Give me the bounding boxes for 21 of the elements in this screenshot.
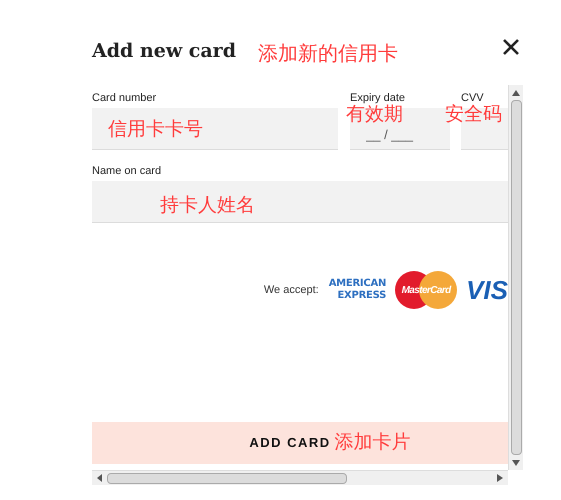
annotation: 添加新的信用卡 [258, 42, 398, 67]
field-label: Name on card [92, 164, 162, 179]
add-card-button[interactable]: ADD CARD 添加卡片 [92, 422, 508, 464]
horizontal-scrollbar[interactable] [92, 470, 508, 485]
down-arrow-icon [512, 460, 520, 466]
field-label: Expiry date [350, 91, 406, 104]
field-label: CVV [461, 91, 485, 104]
input-field[interactable] [92, 181, 508, 223]
input-field[interactable] [92, 108, 338, 150]
accept-label: We accept: [264, 282, 319, 298]
amex-logo: AMERICAN EXPRESS [328, 278, 386, 302]
field-label: Card number [92, 91, 158, 106]
visa-logo: VIS [466, 277, 508, 303]
up-arrow-icon [512, 90, 520, 96]
left-arrow-icon [97, 474, 103, 482]
annotation: 信用卡卡号 [108, 120, 203, 139]
close-icon [502, 38, 520, 56]
right-arrow-icon [497, 474, 503, 482]
dialog-title: Add new card [92, 39, 236, 64]
vertical-scrollbar[interactable] [508, 85, 523, 470]
annotation: 持卡人姓名 [160, 196, 255, 215]
